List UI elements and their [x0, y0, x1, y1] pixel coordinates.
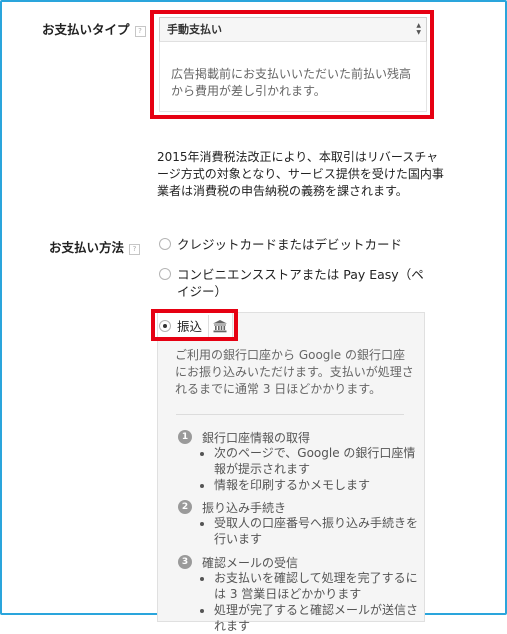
help-icon[interactable]: ?	[134, 26, 146, 37]
list-item: 情報を印刷するかメモします	[214, 477, 424, 493]
step-title: 確認メールの受信	[202, 556, 299, 570]
list-item: 処理が完了すると確認メールが送信されます	[214, 602, 424, 634]
step-number: 1	[178, 430, 192, 444]
divider	[176, 414, 404, 415]
payment-method-label-text: お支払い方法	[49, 240, 125, 255]
bank-transfer-panel: ご利用の銀行口座から Google の銀行口座にお振り込みいただけます。支払いが…	[157, 312, 425, 633]
list-item: お支払いを確認して処理を完了するには 3 営業日ほどかかります	[214, 570, 424, 602]
step-title: 振り込み手続き	[202, 501, 287, 515]
bank-transfer-info: ご利用の銀行口座から Google の銀行口座にお振り込みいただけます。支払いが…	[175, 348, 414, 396]
radio-option-convenience[interactable]: コンビニエンスストアまたは Pay Easy（ペイジー）	[159, 266, 429, 300]
radio-button[interactable]	[159, 268, 171, 280]
radio-label-card: クレジットカードまたはデビットカード	[177, 237, 403, 252]
radio-label-convenience: コンビニエンスストアまたは Pay Easy（ペイジー）	[177, 267, 424, 299]
list-item: 受取人の口座番号へ振り込み手続きを行います	[214, 515, 424, 547]
payment-type-label-text: お支払いタイプ	[42, 22, 130, 37]
highlight-box-bank-transfer	[151, 309, 238, 341]
step-bullets: お支払いを確認して処理を完了するには 3 営業日ほどかかります 処理が完了すると…	[184, 570, 424, 634]
list-item: 次のページで、Google の銀行口座情報が提示されます	[214, 445, 424, 477]
payment-type-label: お支払いタイプ?	[42, 19, 146, 38]
step-number: 2	[178, 500, 192, 514]
tax-notice: 2015年消費税法改正により、本取引はリバースチャージ方式の対象となり、サービス…	[157, 150, 444, 198]
highlight-box-payment-type	[150, 10, 434, 119]
step-bullets: 次のページで、Google の銀行口座情報が提示されます 情報を印刷するかメモし…	[184, 445, 424, 493]
step-number: 3	[178, 555, 192, 569]
radio-button[interactable]	[159, 238, 171, 250]
payment-method-label: お支払い方法?	[49, 237, 141, 256]
step-bullets: 受取人の口座番号へ振り込み手続きを行います	[184, 515, 424, 547]
step-title: 銀行口座情報の取得	[202, 431, 311, 445]
help-icon[interactable]: ?	[129, 244, 141, 255]
